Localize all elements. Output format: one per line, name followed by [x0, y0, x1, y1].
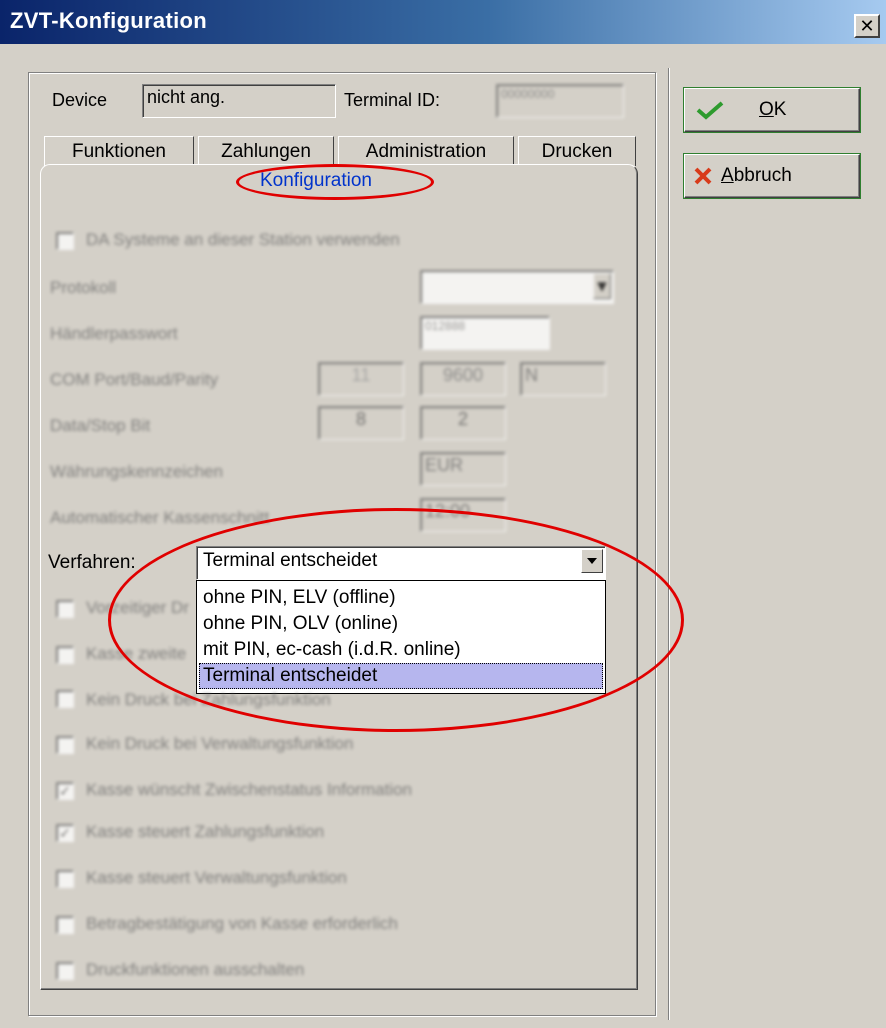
tab-zahlungen[interactable]: Zahlungen [198, 136, 334, 166]
tab-administration[interactable]: Administration [338, 136, 514, 166]
checkbox-label: Kein Druck bei Zahlungsfunktion [86, 690, 331, 709]
list-item[interactable]: ohne PIN, ELV (offline) [199, 585, 603, 611]
waehrung-field[interactable]: EUR [420, 452, 506, 486]
com-port-field[interactable]: 11 [318, 362, 404, 396]
checkbox-label: Kein Druck bei Verwaltungsfunktion [86, 734, 354, 753]
baud-field[interactable]: 9600 [420, 362, 506, 396]
checkbox-label: Betragbestätigung von Kasse erforderlich [86, 914, 398, 933]
checkbox-label: Vorzeitiger Druck [86, 598, 190, 617]
window-title: ZVT-Konfiguration [10, 8, 207, 33]
waehrung-label: Währungskennzeichen [50, 462, 223, 481]
parity-field[interactable]: N [520, 362, 606, 396]
title-bar: ZVT-Konfiguration ✕ [0, 0, 886, 44]
tab-drucken[interactable]: Drucken [518, 136, 636, 166]
checkbox-label: Druckfunktionen ausschalten [86, 960, 305, 979]
stop-bit-field[interactable]: 2 [420, 406, 506, 440]
checkbox[interactable]: ✓ [56, 782, 74, 800]
terminal-id-label: Terminal ID: [344, 90, 441, 110]
verfahren-selected: Terminal entscheidet [203, 550, 378, 571]
checkmark-icon [695, 98, 725, 122]
tab-konfiguration[interactable]: Konfiguration [260, 170, 372, 192]
checkbox-label: Kasse steuert Verwaltungsfunktion [86, 868, 347, 887]
kassenschnitt-field[interactable]: 12:00 [420, 498, 506, 532]
passwort-label: Händlerpasswort [50, 324, 178, 343]
close-icon: ✕ [859, 16, 875, 36]
data-bit-field[interactable]: 8 [318, 406, 404, 440]
list-item[interactable]: ohne PIN, OLV (online) [199, 611, 603, 637]
ok-label: OK [759, 99, 787, 120]
cancel-x-icon [689, 164, 717, 188]
checkbox[interactable] [56, 962, 74, 980]
checkbox-label: Kasse steuert Zahlungsfunktion [86, 822, 325, 841]
chevron-down-icon: ▾ [593, 273, 611, 299]
list-item[interactable]: mit PIN, ec-cash (i.d.R. online) [199, 637, 603, 663]
kassenschnitt-label: Automatischer Kassenschnitt [50, 508, 270, 527]
checkbox[interactable] [56, 916, 74, 934]
cancel-label: Abbruch [721, 165, 792, 186]
checkbox[interactable] [56, 870, 74, 888]
verfahren-dropdown-list: ohne PIN, ELV (offline) ohne PIN, OLV (o… [196, 580, 606, 694]
datastop-label: Data/Stop Bit [50, 416, 151, 435]
com-label: COM Port/Baud/Parity [50, 370, 219, 389]
divider [668, 68, 670, 1020]
passwort-field[interactable]: 012888 [420, 316, 550, 350]
verfahren-label: Verfahren: [48, 552, 136, 573]
checkbox[interactable] [56, 736, 74, 754]
terminal-id-field: 00000000 [496, 84, 624, 118]
checkbox[interactable] [56, 690, 74, 708]
cancel-button[interactable]: Abbruch [684, 154, 860, 198]
ok-button[interactable]: OK [684, 88, 860, 132]
protokoll-label: Protokoll [50, 278, 117, 297]
checkbox[interactable] [56, 600, 74, 618]
checkbox-label: DA Systeme an dieser Station verwenden [86, 230, 400, 249]
checkbox[interactable] [56, 646, 74, 664]
tab-funktionen[interactable]: Funktionen [44, 136, 194, 166]
verfahren-select[interactable]: Terminal entscheidet [196, 546, 606, 580]
close-button[interactable]: ✕ [854, 14, 880, 38]
zvt-config-window: ZVT-Konfiguration ✕ Device nicht ang. Te… [0, 0, 886, 1028]
checkbox-label: Kasse wünscht Zwischenstatus Information [86, 780, 412, 799]
device-field: nicht ang. [142, 84, 336, 118]
checkbox-label: Kasse zweite Stufe [86, 644, 190, 663]
list-item-selected[interactable]: Terminal entscheidet [199, 663, 603, 689]
checkbox[interactable] [56, 232, 74, 250]
checkbox[interactable]: ✓ [56, 824, 74, 842]
device-label: Device [52, 90, 108, 110]
protokoll-select[interactable]: ▾ [420, 270, 614, 304]
chevron-down-icon[interactable] [581, 549, 603, 573]
